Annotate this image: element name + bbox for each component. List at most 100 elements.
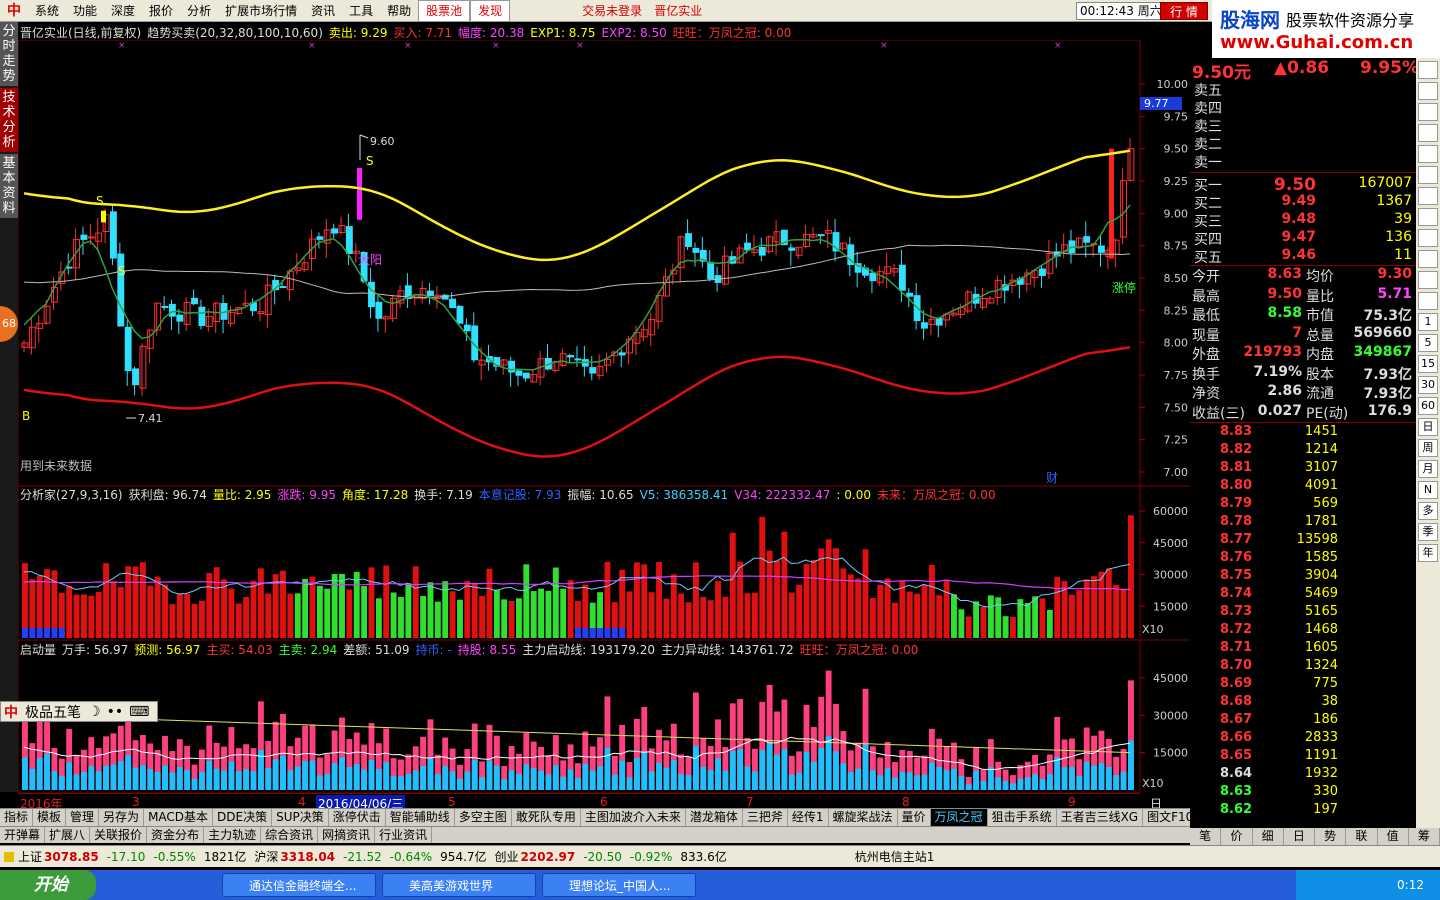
toolbar-icon[interactable] <box>1418 166 1438 184</box>
menu-tools[interactable]: 工具 <box>342 1 380 21</box>
indicator-tab[interactable]: 三把斧 <box>743 809 788 826</box>
buy-level[interactable]: 买一 9.50 167007 <box>1192 175 1414 195</box>
indicator-tab[interactable]: 多空主图 <box>455 809 512 826</box>
indicator-tab[interactable]: 量价 <box>898 809 931 826</box>
period-button[interactable]: 1 <box>1418 313 1438 331</box>
period-button[interactable]: 60 <box>1418 397 1438 415</box>
task-forum[interactable]: 理想论坛_中国人... <box>542 873 696 897</box>
info-tab[interactable]: 综合资讯 <box>261 827 319 843</box>
period-button[interactable]: 15 <box>1418 355 1438 373</box>
toolbar-icon[interactable] <box>1418 82 1438 100</box>
sell-level[interactable]: 卖三 <box>1192 116 1414 135</box>
indicator-tab[interactable]: 指标 <box>0 809 34 826</box>
panel-tab[interactable]: 值 <box>1378 828 1409 845</box>
task-tdx[interactable]: 通达信金融终端全... <box>222 873 376 897</box>
toolbar-icon[interactable] <box>1418 250 1438 268</box>
panel-tab[interactable]: 价 <box>1221 828 1253 845</box>
info-tab[interactable]: 行业资讯 <box>375 827 433 843</box>
quote-button[interactable]: 行 情 <box>1160 2 1208 20</box>
indicator-tab[interactable]: 狙击手系统 <box>988 809 1057 826</box>
info-tab[interactable]: 开弹幕 <box>0 827 46 843</box>
period-button[interactable]: 30 <box>1418 376 1438 394</box>
indicator-tab[interactable]: 经传1 <box>788 809 829 826</box>
ticker-item[interactable]: 上证 3078.85 -17.10 -0.55% 1821亿 <box>18 848 246 865</box>
keyboard-icon[interactable]: ⌨ <box>126 704 152 720</box>
buy-level[interactable]: 买四 9.47 136 <box>1192 229 1414 248</box>
indicator-tab[interactable]: 螺旋桨战法 <box>829 809 898 826</box>
menu-extended-market[interactable]: 扩展市场行情 <box>218 1 304 21</box>
info-tab[interactable]: 主力轨迹 <box>204 827 262 843</box>
menu-analysis[interactable]: 分析 <box>180 1 218 21</box>
indicator-tab[interactable]: 王者吉三线XG <box>1057 809 1144 826</box>
tab-technical[interactable]: 技术分析 <box>0 88 18 152</box>
info-tab[interactable]: 关联报价 <box>90 827 148 843</box>
info-tab[interactable]: 资金分布 <box>147 827 205 843</box>
indicator-tab[interactable]: 涨停伏击 <box>329 809 386 826</box>
period-button[interactable]: 5 <box>1418 334 1438 352</box>
period-button[interactable]: 季 <box>1418 523 1438 541</box>
indicator-tab[interactable]: MACD基本 <box>144 809 214 826</box>
info-tab[interactable]: 扩展八 <box>45 827 91 843</box>
period-button[interactable]: 月 <box>1418 460 1438 478</box>
ad-banner[interactable]: 股海网 股票软件资源分享 www.Guhai.com.cn <box>1212 0 1440 58</box>
toolbar-icon[interactable] <box>1418 292 1438 310</box>
toolbar-icon[interactable] <box>1418 229 1438 247</box>
menu-function[interactable]: 功能 <box>66 1 104 21</box>
indicator-tab[interactable]: 管理 <box>66 809 100 826</box>
app-logo-icon[interactable]: 中 <box>4 2 24 20</box>
panel-tab[interactable]: 笔 <box>1190 828 1222 845</box>
indicator-tab[interactable]: 主图加波介入未来 <box>581 809 686 826</box>
sell-level[interactable]: 卖一 <box>1192 152 1414 171</box>
tab-fundamental[interactable]: 基本资料 <box>0 154 18 218</box>
sell-level[interactable]: 卖四 <box>1192 98 1414 117</box>
task-game[interactable]: 美高美游戏世界 <box>382 873 536 897</box>
moon-icon[interactable]: ☽ <box>85 704 104 720</box>
buy-level[interactable]: 买五 9.46 11 <box>1192 247 1414 266</box>
toolbar-icon[interactable] <box>1418 61 1438 79</box>
ime-toolbar[interactable]: 中 极品五笔 ☽ •• ⌨ <box>0 701 158 722</box>
menu-system[interactable]: 系统 <box>28 1 66 21</box>
sell-level[interactable]: 卖二 <box>1192 134 1414 153</box>
panel-tab[interactable]: 细 <box>1253 828 1284 845</box>
panel-tab[interactable]: 筹 <box>1409 828 1440 845</box>
login-status[interactable]: 交易未登录 <box>582 2 642 19</box>
menu-quote[interactable]: 报价 <box>142 1 180 21</box>
indicator-tab[interactable]: DDE决策 <box>213 809 273 826</box>
period-button[interactable]: 周 <box>1418 439 1438 457</box>
period-button[interactable]: 多 <box>1418 502 1438 520</box>
toolbar-icon[interactable] <box>1418 187 1438 205</box>
indicator-tab[interactable]: 敢死队专用 <box>512 809 581 826</box>
menu-stock-pool[interactable]: 股票池 <box>418 0 471 22</box>
info-tab[interactable]: 网摘资讯 <box>318 827 376 843</box>
buy-level[interactable]: 买三 9.48 39 <box>1192 211 1414 230</box>
indicator-tab[interactable]: 智能辅助线 <box>386 809 455 826</box>
indicator-tab[interactable]: 万凤之冠 <box>930 809 988 826</box>
punct-icon[interactable]: •• <box>104 704 127 720</box>
panel-tab[interactable]: 势 <box>1315 828 1347 845</box>
ticker-item[interactable]: 创业 2202.97 -20.50 -0.92% 833.6亿 <box>495 848 727 865</box>
menu-depth[interactable]: 深度 <box>104 1 142 21</box>
menu-discover[interactable]: 发现 <box>470 0 511 22</box>
indicator-tab[interactable]: SUP决策 <box>272 809 329 826</box>
toolbar-icon[interactable] <box>1418 124 1438 142</box>
start-button[interactable]: 开始 <box>0 870 96 900</box>
period-button[interactable]: 日 <box>1418 418 1438 436</box>
toolbar-icon[interactable] <box>1418 208 1438 226</box>
tab-intraday[interactable]: 分时走势 <box>0 22 18 86</box>
kline-chart[interactable]: 10.00 9.75 9.50 9.25 9.00 8.75 8.50 8.25 8.00 7.7… <box>18 40 1190 793</box>
toolbar-icon[interactable] <box>1418 145 1438 163</box>
menu-news[interactable]: 资讯 <box>304 1 342 21</box>
toolbar-icon[interactable] <box>1418 103 1438 121</box>
period-button[interactable]: N <box>1418 481 1438 499</box>
indicator-tab[interactable]: 另存为 <box>99 809 145 826</box>
period-button[interactable]: 年 <box>1418 544 1438 562</box>
buy-level[interactable]: 买二 9.49 1367 <box>1192 193 1414 212</box>
toolbar-icon[interactable] <box>1418 271 1438 289</box>
ticker-item[interactable]: 沪深 3318.04 -21.52 -0.64% 954.7亿 <box>254 848 486 865</box>
indicator-tab[interactable]: 模板 <box>33 809 67 826</box>
sell-level[interactable]: 卖五 <box>1192 80 1414 99</box>
panel-tab[interactable]: 联 <box>1346 828 1378 845</box>
menu-help[interactable]: 帮助 <box>380 1 418 21</box>
indicator-tab[interactable]: 潜龙箱体 <box>686 809 743 826</box>
panel-tab[interactable]: 日 <box>1284 828 1315 845</box>
